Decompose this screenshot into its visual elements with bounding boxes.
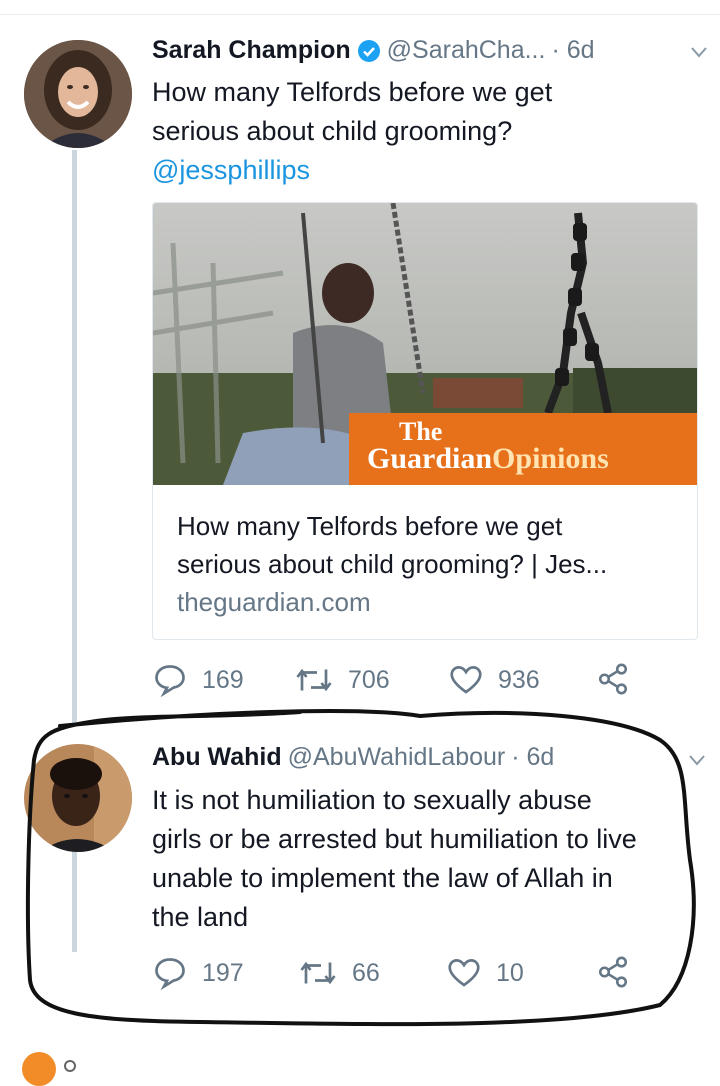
reply-icon [155,665,185,698]
reply-count: 197 [202,958,244,987]
avatar-image [24,40,132,148]
notification-dot [22,1052,56,1086]
tweet-body: It is not humiliation to sexually abuse … [152,781,697,937]
tweet-time[interactable]: · 6d [551,36,594,65]
retweet-count: 66 [352,958,380,987]
reply-button[interactable]: 169 [152,662,244,698]
top-divider [0,14,720,15]
guardian-brand-logo: The GuardianOpinions [349,413,697,485]
avatar-image [24,744,132,852]
share-icon [598,956,628,988]
like-count: 936 [498,665,540,694]
like-icon [448,959,480,987]
author-handle[interactable]: @SarahCha... [387,36,546,65]
verified-badge-icon [357,39,380,62]
card-title-line: How many Telfords before we get [177,511,563,541]
retweet-count: 706 [348,665,390,694]
tweet-header: Abu Wahid @AbuWahidLabour · 6d [152,743,554,772]
avatar[interactable] [24,40,132,148]
like-button[interactable]: 936 [448,662,540,698]
reply-count: 169 [202,665,244,694]
brand-opinions-text: Opinions [492,442,609,475]
reply-icon [155,958,185,991]
tweet-text-line: It is not humiliation to sexually abuse [152,785,592,815]
reply-button[interactable]: 197 [152,955,244,991]
small-ring-icon [64,1060,76,1072]
card-title[interactable]: How many Telfords before we get serious … [177,507,682,583]
tweet-text-line: the land [152,902,249,932]
tweet-text-line: girls or be arrested but humiliation to … [152,824,637,854]
chevron-down-icon[interactable] [690,46,708,58]
share-button[interactable] [596,662,644,696]
card-title-line: serious about child grooming? | Jes... [177,549,608,579]
like-button[interactable]: 10 [446,955,524,991]
chevron-down-icon[interactable] [688,754,706,766]
avatar[interactable] [24,744,132,852]
tweet-time[interactable]: · 6d [511,743,554,772]
author-handle[interactable]: @AbuWahidLabour [288,743,506,772]
thread-connector-line [72,150,77,725]
tweet-text-line: How many Telfords before we get [152,77,553,107]
tweet-text-line: serious about child grooming? [152,116,513,146]
tweet-actions: 169 706 936 [152,662,696,702]
link-card[interactable]: The GuardianOpinions How many Telfords b… [152,202,698,640]
card-domain: theguardian.com [177,587,371,617]
tweet-text-line: unable to implement the law of Allah in [152,863,613,893]
author-name[interactable]: Sarah Champion [152,36,351,65]
mention-link[interactable]: @jessphillips [152,151,692,190]
like-icon [450,666,482,694]
tweet-body: How many Telfords before we get serious … [152,73,692,190]
card-image: The GuardianOpinions [153,203,697,485]
brand-guardian-text: Guardian [367,442,493,475]
retweet-button[interactable]: 706 [294,662,390,698]
retweet-icon [300,961,336,985]
author-name[interactable]: Abu Wahid [152,743,282,772]
like-count: 10 [496,958,524,987]
tweet-actions: 197 66 10 [152,955,696,995]
share-button[interactable] [596,955,644,989]
brand-wordmark: GuardianOpinions [367,443,609,475]
retweet-icon [296,668,332,692]
share-icon [598,663,628,695]
tweet-header: Sarah Champion @SarahCha... · 6d [152,36,595,65]
retweet-button[interactable]: 66 [298,955,380,991]
